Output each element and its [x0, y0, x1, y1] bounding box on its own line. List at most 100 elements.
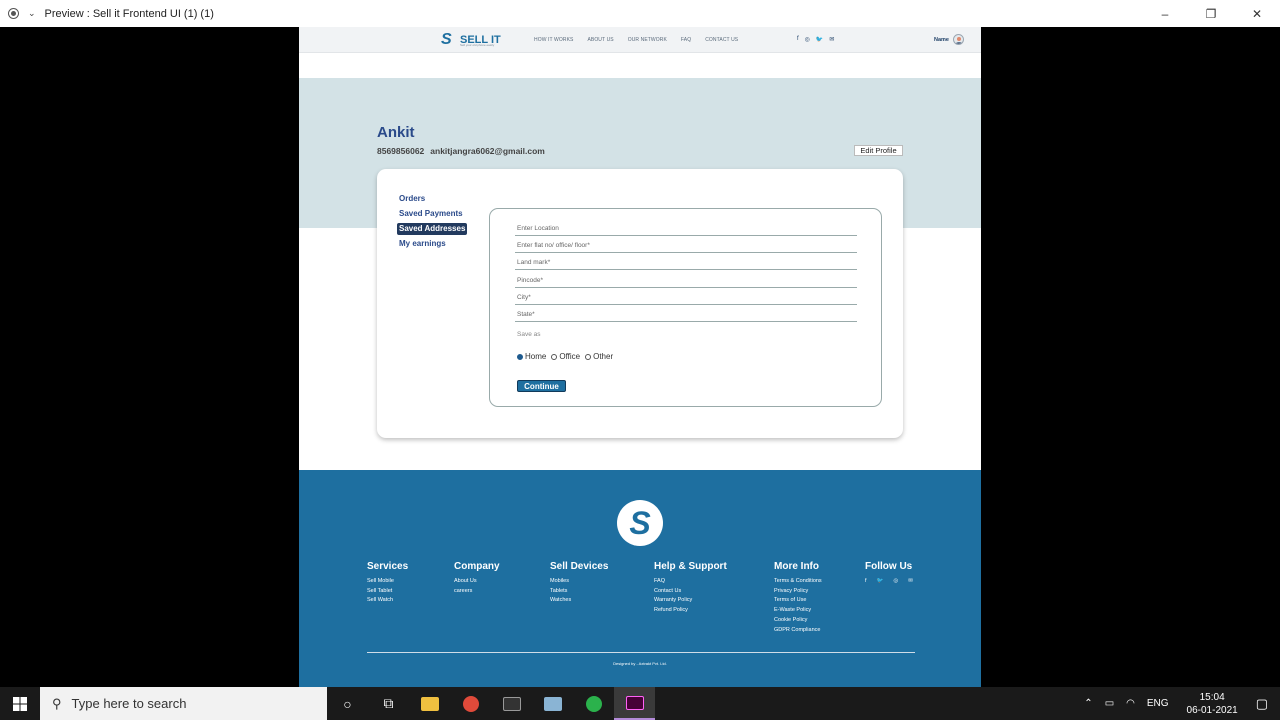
footer-social: f 🐦 ◎ ✉ [865, 577, 913, 587]
maximize-button[interactable]: ❐ [1188, 0, 1234, 27]
state-input[interactable]: State* [515, 310, 857, 322]
footer-link[interactable]: Refund Policy [654, 606, 727, 616]
radio-label-office: Office [559, 352, 581, 361]
brand-logo[interactable]: S SELL IT Sell your old phone easily [441, 32, 501, 48]
menu-item-saved-payments[interactable]: Saved Payments [397, 208, 467, 223]
save-as-label: Save as [517, 331, 541, 338]
task-view-icon[interactable]: ⧉ [368, 687, 409, 720]
mail-icon[interactable]: ✉ [908, 577, 913, 587]
top-nav: S SELL IT Sell your old phone easily HOW… [299, 27, 981, 53]
window-titlebar: ⌄ Preview : Sell it Frontend UI (1) (1) … [0, 0, 1280, 27]
footer-link[interactable]: Privacy Policy [774, 587, 822, 597]
footer-logo-icon[interactable]: S [617, 500, 663, 546]
nav-links: HOW IT WORKS ABOUT US OUR NETWORK FAQ CO… [534, 37, 752, 43]
facebook-icon[interactable]: f [865, 577, 867, 587]
footer-link[interactable]: Cookie Policy [774, 616, 822, 626]
footer-heading: Company [454, 561, 500, 572]
footer-col-more-info: More Info Terms & Conditions Privacy Pol… [774, 561, 822, 635]
minimize-button[interactable]: – [1142, 0, 1188, 27]
taskbar-search-input[interactable]: ⚲ Type here to search [40, 687, 327, 720]
footer-link[interactable]: Sell Mobile [367, 577, 408, 587]
menu-item-my-earnings[interactable]: My earnings [397, 238, 467, 253]
footer-heading: Services [367, 561, 409, 572]
footer-link[interactable]: careers [454, 587, 500, 597]
language-indicator[interactable]: ENG [1147, 698, 1169, 709]
twitter-icon[interactable]: 🐦 [816, 36, 823, 43]
footer: S Services Sell Mobile Sell Tablet Sell … [299, 470, 981, 687]
brand-tagline: Sell your old phone easily [460, 43, 495, 47]
nav-link-contact-us[interactable]: CONTACT US [705, 37, 738, 43]
footer-col-follow: Follow Us f 🐦 ◎ ✉ [865, 561, 913, 587]
menu-item-orders[interactable]: Orders [397, 193, 467, 208]
close-button[interactable]: ✕ [1234, 0, 1280, 27]
clock[interactable]: 15:04 06-01-2021 [1187, 691, 1238, 717]
profile-email: ankitjangra6062@gmail.com [430, 146, 545, 156]
mail-icon[interactable]: ✉ [829, 36, 834, 43]
file-explorer-icon[interactable] [409, 687, 450, 720]
radio-dot [551, 353, 558, 360]
footer-link[interactable]: Sell Watch [367, 596, 408, 606]
taskbar: ⚲ Type here to search ○ ⧉ ⌃ ▭ ◠ ENG 15:0… [0, 687, 1280, 720]
flat-input[interactable]: Enter flat no/ office/ floor* [515, 241, 857, 253]
profile-phone: 8569856062 [377, 146, 425, 156]
nav-link-about-us[interactable]: ABOUT US [587, 37, 613, 43]
app-icon[interactable] [532, 687, 573, 720]
nav-link-how-it-works[interactable]: HOW IT WORKS [534, 37, 573, 43]
address-form: Enter Location Enter flat no/ office/ fl… [489, 208, 882, 407]
artboard: S SELL IT Sell your old phone easily HOW… [299, 27, 981, 687]
chevron-down-icon[interactable]: ⌄ [28, 8, 36, 19]
nav-link-our-network[interactable]: OUR NETWORK [628, 37, 667, 43]
clock-time: 15:04 [1199, 691, 1225, 703]
twitter-icon[interactable]: 🐦 [877, 577, 884, 587]
terminal-icon[interactable] [491, 687, 532, 720]
pincode-input[interactable]: Pincode* [515, 276, 857, 288]
cortana-icon[interactable]: ○ [327, 687, 368, 720]
footer-link[interactable]: E-Waste Policy [774, 606, 822, 616]
record-icon[interactable] [8, 8, 19, 19]
city-input[interactable]: City* [515, 293, 857, 305]
battery-icon[interactable]: ▭ [1105, 698, 1114, 709]
address-type-group: Home Office Other [517, 352, 618, 361]
user-menu[interactable]: Name [934, 34, 964, 45]
footer-col-services: Services Sell Mobile Sell Tablet Sell Wa… [367, 561, 408, 606]
account-card: Orders Saved Payments Saved Addresses My… [377, 169, 903, 438]
footer-link[interactable]: Watches [550, 596, 608, 606]
facebook-icon[interactable]: f [797, 36, 799, 43]
footer-link[interactable]: Tablets [550, 587, 608, 597]
footer-link[interactable]: GDPR Compliance [774, 626, 822, 636]
chrome-icon[interactable] [450, 687, 491, 720]
footer-link[interactable]: Contact Us [654, 587, 727, 597]
notification-icon[interactable]: ▢ [1256, 696, 1268, 712]
nav-link-faq[interactable]: FAQ [681, 37, 691, 43]
radio-home[interactable]: Home [517, 352, 546, 361]
footer-link[interactable]: Terms & Conditions [774, 577, 822, 587]
system-tray: ⌃ ▭ ◠ ENG 15:04 06-01-2021 ▢ [1078, 687, 1280, 720]
nav-social: f ◎ 🐦 ✉ [797, 36, 834, 43]
footer-heading: Sell Devices [550, 561, 609, 572]
menu-item-saved-addresses[interactable]: Saved Addresses [397, 223, 468, 235]
landmark-input[interactable]: Land mark* [515, 258, 857, 270]
radio-other[interactable]: Other [585, 352, 613, 361]
footer-link[interactable]: Warranty Policy [654, 596, 727, 606]
location-input[interactable]: Enter Location [515, 224, 857, 236]
footer-link[interactable]: FAQ [654, 577, 727, 587]
instagram-icon[interactable]: ◎ [893, 577, 898, 587]
chevron-up-icon[interactable]: ⌃ [1084, 698, 1092, 709]
edit-profile-button[interactable]: Edit Profile [854, 145, 903, 156]
footer-link[interactable]: Terms of Use [774, 596, 822, 606]
radio-office[interactable]: Office [551, 352, 580, 361]
whatsapp-icon[interactable] [573, 687, 614, 720]
footer-col-devices: Sell Devices Mobiles Tablets Watches [550, 561, 608, 606]
footer-link[interactable]: Sell Tablet [367, 587, 408, 597]
search-icon: ⚲ [52, 695, 62, 711]
window-title: Preview : Sell it Frontend UI (1) (1) [44, 7, 214, 20]
footer-link[interactable]: Mobiles [550, 577, 608, 587]
clock-date: 06-01-2021 [1186, 704, 1238, 716]
wifi-icon[interactable]: ◠ [1126, 698, 1135, 709]
continue-button[interactable]: Continue [517, 380, 566, 392]
profile-contact: 8569856062 ankitjangra6062@gmail.com [377, 146, 551, 156]
start-button[interactable] [0, 687, 40, 720]
instagram-icon[interactable]: ◎ [805, 36, 810, 43]
adobe-xd-icon[interactable] [614, 687, 655, 720]
footer-link[interactable]: About Us [454, 577, 500, 587]
